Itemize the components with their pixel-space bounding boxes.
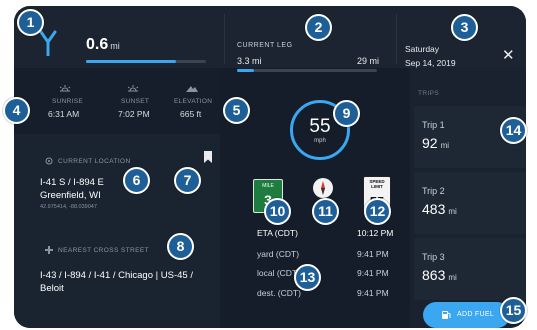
header-divider: [224, 14, 225, 64]
trip-name: Trip 3: [422, 252, 445, 262]
leg-start: 3.3 mi: [237, 56, 262, 66]
callout-badge: 11: [312, 198, 339, 225]
elevation-label: ELEVATION: [174, 98, 213, 105]
cross-street-header: NEAREST CROSS STREET: [58, 247, 149, 254]
intersection-icon: [45, 246, 53, 254]
callout-badge: 15: [500, 297, 527, 324]
speed-limit-label: SPEED LIMIT: [369, 179, 385, 189]
current-road: I-41 S / I-894 E: [40, 177, 104, 188]
route-fork-icon: [39, 30, 57, 56]
eta-value: 10:12 PM: [357, 228, 394, 238]
callout-badge: 9: [333, 100, 360, 127]
callout-badge: 10: [264, 198, 291, 225]
trip-card[interactable]: Trip 3 863 mi: [414, 238, 526, 300]
trip-value: 92: [422, 135, 438, 151]
leg-end: 29 mi: [357, 56, 380, 66]
current-coordinates: 42.975414, -88.039047: [40, 204, 97, 210]
eta-value: 9:41 PM: [357, 288, 389, 298]
trip-name: Trip 2: [422, 186, 445, 196]
eta-value: 9:41 PM: [357, 249, 389, 259]
callout-badge: 8: [167, 233, 194, 260]
speed-unit: mph: [314, 138, 326, 144]
distance-unit: mi: [110, 41, 120, 51]
leg-progress-fill: [237, 69, 254, 72]
callout-badge: 6: [123, 167, 150, 194]
gps-target-icon: [45, 157, 53, 165]
current-location-header: CURRENT LOCATION: [58, 158, 131, 165]
trip-distance: 483 mi: [422, 201, 457, 217]
header-divider: [396, 14, 397, 64]
dashboard-stage: 0.6 mi CURRENT LEG 3.3 mi 29 mi Saturday …: [0, 0, 537, 330]
trip-unit: mi: [448, 207, 457, 216]
trip-unit: mi: [440, 141, 450, 150]
distance-progress-bar: [86, 60, 206, 63]
distance-value: 0.6: [86, 36, 109, 53]
trips-header: TRIPS: [418, 90, 440, 97]
day-label: Saturday: [405, 44, 440, 54]
leg-progress-bar: [237, 69, 377, 72]
add-fuel-button[interactable]: ADD FUEL: [423, 302, 510, 328]
trip-value: 863: [422, 267, 446, 283]
bookmark-icon[interactable]: [203, 151, 213, 163]
sunset-value: 7:02 PM: [118, 109, 150, 119]
current-city: Greenfield, WI: [40, 190, 101, 201]
callout-badge: 1: [17, 9, 44, 36]
cross-street-line1: I-43 / I-894 / I-41 / Chicago | US-45 /: [40, 270, 193, 281]
distance-progress-fill: [86, 60, 176, 63]
callout-badge: 4: [3, 97, 30, 124]
trip-unit: mi: [448, 273, 457, 282]
callout-badge: 2: [305, 14, 332, 41]
sunrise-icon: [59, 85, 71, 92]
callout-badge: 13: [294, 264, 321, 291]
date-label: Sep 14, 2019: [405, 58, 456, 68]
trip-distance: 863 mi: [422, 267, 457, 283]
compass-icon: [313, 178, 333, 198]
eta-value: 9:41 PM: [357, 268, 389, 278]
eta-label: dest. (CDT): [257, 288, 301, 298]
add-fuel-label: ADD FUEL: [457, 311, 495, 318]
mountain-icon: [186, 86, 198, 92]
callout-badge: 14: [500, 117, 527, 144]
device-screen: 0.6 mi CURRENT LEG 3.3 mi 29 mi Saturday …: [14, 6, 526, 328]
eta-label: yard (CDT): [257, 249, 300, 259]
distance-to-next: 0.6 mi: [86, 36, 120, 54]
cross-street-line2: Beloit: [40, 283, 64, 294]
callout-badge: 3: [451, 14, 478, 41]
callout-badge: 12: [364, 198, 391, 225]
mile-marker-label: MILE: [262, 183, 274, 189]
elevation-value: 665 ft: [180, 109, 202, 119]
fuel-pump-icon: [442, 311, 451, 319]
sunset-icon: [127, 85, 139, 92]
close-icon[interactable]: ✕: [502, 46, 515, 64]
eta-label: ETA (CDT): [257, 228, 298, 238]
trip-name: Trip 1: [422, 120, 445, 130]
sunrise-label: SUNRISE: [52, 98, 83, 105]
callout-badge: 5: [223, 97, 250, 124]
sunrise-value: 6:31 AM: [48, 109, 80, 119]
current-leg-title: CURRENT LEG: [237, 42, 293, 49]
sunset-label: SUNSET: [121, 98, 150, 105]
callout-badge: 7: [174, 167, 201, 194]
trip-value: 483: [422, 201, 446, 217]
trip-card[interactable]: Trip 2 483 mi: [414, 172, 526, 234]
trip-distance: 92 mi: [422, 135, 449, 151]
